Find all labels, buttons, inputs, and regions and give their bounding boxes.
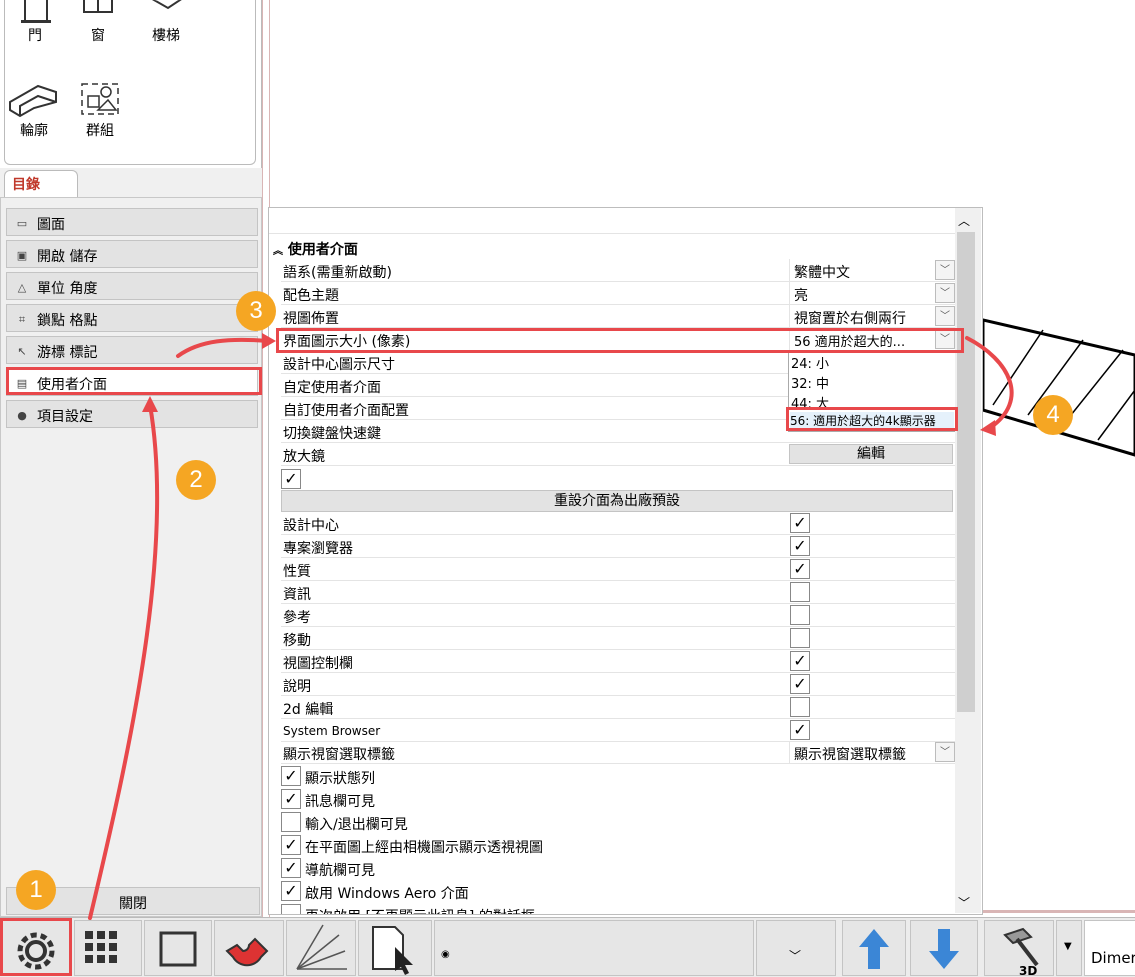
callout-4: 4	[1033, 395, 1073, 435]
callout-2: 2	[176, 460, 216, 500]
callout-1: 1	[16, 870, 56, 910]
callout-3: 3	[236, 291, 276, 331]
annotation-arrows	[88, 333, 1014, 920]
